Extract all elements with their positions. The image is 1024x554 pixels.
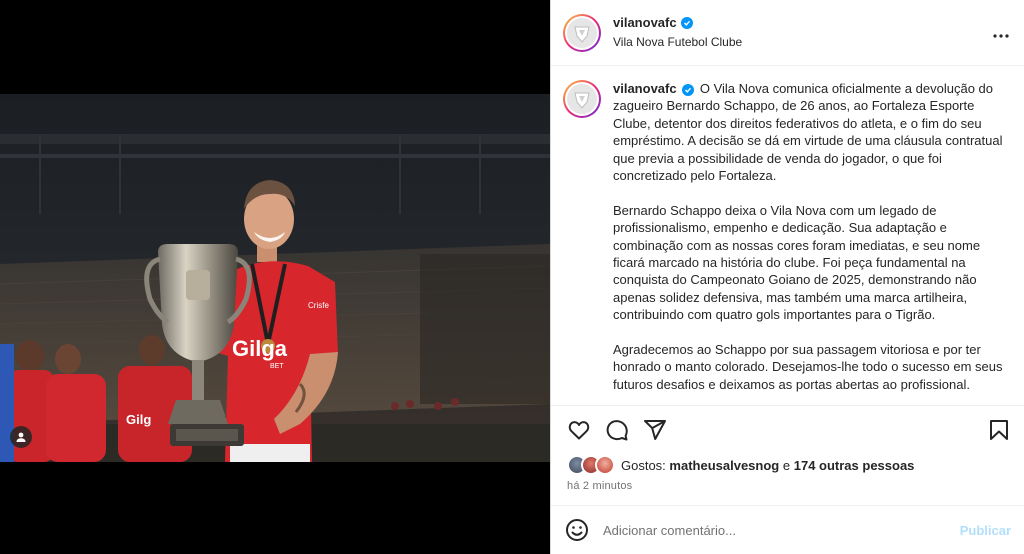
post-side-panel: vilanovafc Vila Nova Futebol Clube vilan… [550,0,1024,554]
emoji-icon [566,519,588,541]
caption-username[interactable]: vilanovafc [613,81,677,96]
post-timestamp[interactable]: há 2 minutos [567,480,632,492]
jersey-sponsor-text: Gilga [232,336,288,361]
comment-icon [606,420,628,441]
caption-avatar[interactable] [563,80,601,118]
comment-button[interactable] [605,418,629,442]
action-bar [567,418,667,442]
post-media: Gilg Gilga BET Crisfe [0,0,550,554]
club-crest-icon [574,92,590,109]
avatar[interactable] [563,13,601,52]
save-button[interactable] [987,418,1011,442]
heart-icon [568,421,590,440]
likes-others-link[interactable]: 174 outras pessoas [794,458,915,473]
account-subtitle[interactable]: Vila Nova Futebol Clube [613,34,742,50]
more-options-button[interactable] [993,24,1009,40]
likes-summary: Gostos: matheusalvesnog e 174 outras pes… [567,455,914,475]
sleeve-text: Crisfe [308,301,329,310]
post-header: vilanovafc Vila Nova Futebol Clube [551,0,1024,66]
caption-paragraph-3: Agradecemos ao Schappo por sua passagem … [613,342,1003,392]
liker-avatars[interactable] [567,455,615,475]
post-photo[interactable]: Gilg Gilga BET Crisfe [0,94,550,462]
caption-paragraph-2: Bernardo Schappo deixa o Vila Nova com u… [613,202,981,323]
username[interactable]: vilanovafc [613,15,677,31]
jersey-sponsor-sub: BET [270,363,284,370]
user-tag-icon [16,432,26,442]
bookmark-icon [990,420,1008,440]
instagram-post-modal: Gilg Gilga BET Crisfe vilanovafc Vila No… [0,0,1024,554]
club-crest-icon [574,26,590,43]
tagged-users-button[interactable] [10,426,32,448]
emoji-button[interactable] [565,518,589,542]
share-button[interactable] [643,418,667,442]
actions-section: Gostos: matheusalvesnog e 174 outras pes… [551,405,1024,505]
caption-section: vilanovafc O Vila Nova comunica oficialm… [551,67,1024,405]
comment-input[interactable] [603,522,960,538]
caption-paragraph-1: vilanovafc O Vila Nova comunica oficialm… [613,81,1003,184]
photo-illustration: Gilg Gilga BET Crisfe [0,94,550,462]
verified-badge-icon [682,84,695,96]
send-icon [644,420,666,440]
likes-prefix: Gostos: [621,457,666,473]
liker-avatar [595,455,615,475]
svg-text:Gilg: Gilg [126,412,151,427]
verified-badge-icon [680,17,693,29]
like-button[interactable] [567,418,591,442]
likes-joiner: e [782,457,791,473]
caption-text: vilanovafc O Vila Nova comunica oficialm… [613,80,1005,405]
more-horizontal-icon [993,34,1009,38]
publish-button[interactable]: Publicar [960,523,1011,538]
comment-composer: Publicar [551,505,1024,554]
liker-username[interactable]: matheusalvesnog [669,458,779,473]
